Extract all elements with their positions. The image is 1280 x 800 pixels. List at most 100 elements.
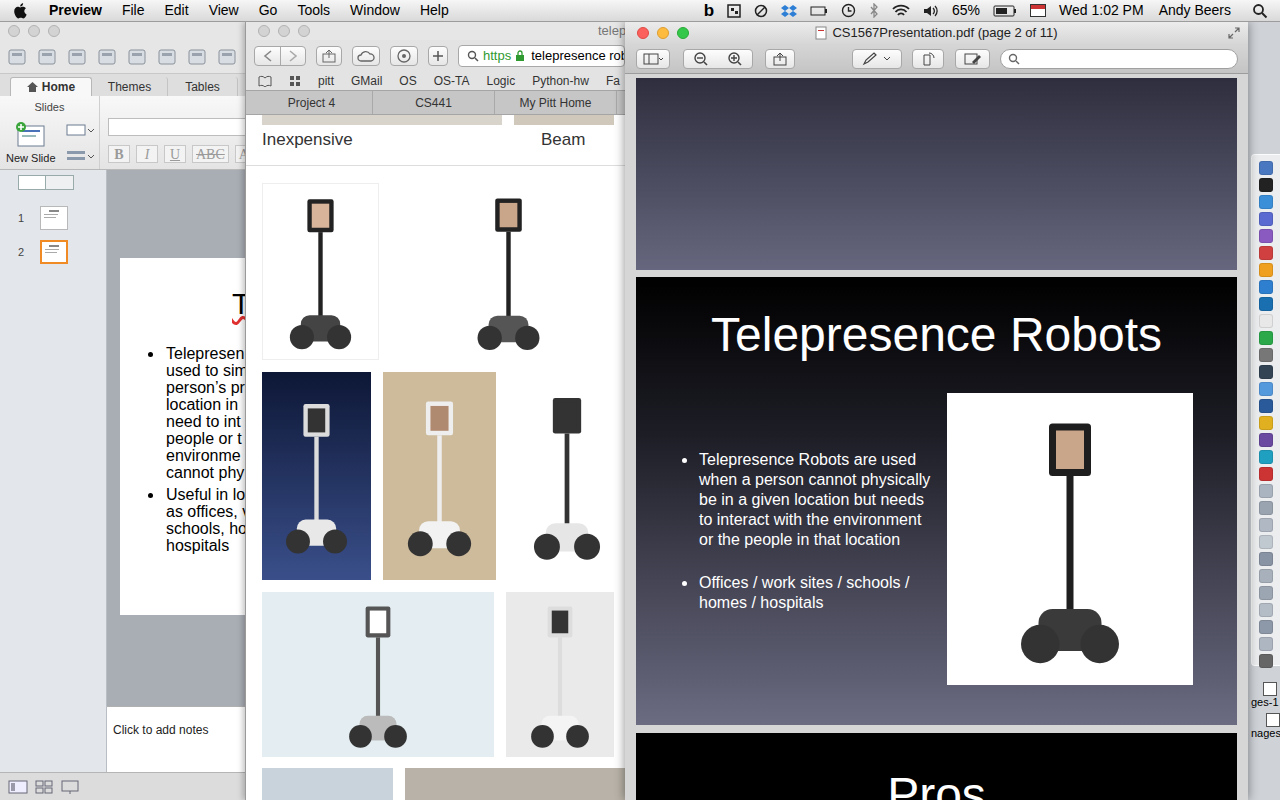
presenter-view-icon[interactable]: [60, 779, 80, 795]
apple-icon[interactable]: [13, 2, 27, 19]
dock-app-icon[interactable]: [1259, 263, 1273, 277]
tab-label[interactable]: Project 4: [288, 94, 335, 112]
menu-item[interactable]: Window: [350, 0, 400, 21]
dock-app-icon[interactable]: [1259, 399, 1273, 413]
file-label[interactable]: ges-1: [1249, 696, 1279, 709]
bookmark[interactable]: OS: [399, 72, 416, 90]
dock-app-icon[interactable]: [1259, 450, 1273, 464]
dropbox-icon[interactable]: [781, 4, 797, 18]
minimize-button[interactable]: [657, 27, 669, 39]
dock-app-icon[interactable]: [1259, 416, 1273, 430]
time-machine-icon[interactable]: [841, 3, 856, 18]
bookmark[interactable]: GMail: [351, 72, 382, 90]
image-result[interactable]: [262, 183, 379, 360]
home-icon[interactable]: [27, 82, 38, 92]
paste-icon[interactable]: [216, 47, 238, 67]
dock-app-icon[interactable]: [1259, 433, 1273, 447]
markup-icon[interactable]: [860, 52, 894, 66]
tab-label[interactable]: CS441: [415, 94, 452, 112]
format-button-label[interactable]: ABC: [196, 144, 225, 165]
dock-app-icon[interactable]: [1259, 195, 1273, 209]
format-button[interactable]: I: [136, 145, 158, 163]
wifi-icon[interactable]: [892, 4, 910, 18]
image-caption[interactable]: Inexpensive: [262, 129, 541, 151]
bookmark[interactable]: Python-hw: [532, 72, 589, 90]
template-icon[interactable]: [36, 47, 58, 67]
layout-icon[interactable]: [66, 123, 94, 137]
bluetooth-icon[interactable]: [869, 3, 879, 18]
dock-app-icon[interactable]: [1259, 603, 1273, 617]
image-result[interactable]: [405, 768, 625, 800]
format-button-label[interactable]: B: [114, 144, 123, 165]
menu-item[interactable]: Help: [420, 0, 449, 21]
dock-app-icon[interactable]: [1259, 467, 1273, 481]
ribbon-tab[interactable]: Home: [10, 77, 92, 96]
zoom-button[interactable]: [48, 25, 60, 37]
forward-icon[interactable]: [281, 49, 305, 63]
normal-view-icon[interactable]: [8, 779, 28, 795]
zoom-out-icon[interactable]: [684, 51, 718, 67]
dock-app-icon[interactable]: [1259, 535, 1273, 549]
slide-thumbnail[interactable]: 1: [0, 206, 106, 230]
dock-app-icon[interactable]: [1259, 365, 1273, 379]
dock-app-icon[interactable]: [1259, 161, 1273, 175]
menu-item[interactable]: Edit: [165, 0, 189, 21]
dock-app-icon[interactable]: [1259, 297, 1273, 311]
ribbon-tab-label[interactable]: Themes: [108, 78, 151, 96]
ribbon-tab[interactable]: Tables: [168, 77, 238, 96]
format-button-label[interactable]: U: [170, 144, 180, 165]
dock-app-icon[interactable]: [1259, 569, 1273, 583]
image-result[interactable]: [383, 372, 496, 580]
copy-icon[interactable]: [186, 47, 208, 67]
dock-app-icon[interactable]: [1259, 501, 1273, 515]
image-result[interactable]: [508, 372, 625, 580]
add-icon[interactable]: [432, 50, 444, 62]
desktop-file[interactable]: nages.: [1249, 713, 1280, 740]
format-button[interactable]: ABC: [192, 145, 229, 163]
bookmark[interactable]: Logic: [486, 72, 515, 90]
desktop-file[interactable]: ges-1: [1249, 682, 1279, 709]
dock-app-icon[interactable]: [1259, 654, 1273, 668]
format-button[interactable]: B: [108, 145, 130, 163]
dock-app-icon[interactable]: [1259, 331, 1273, 345]
file-label[interactable]: nages.: [1249, 727, 1280, 740]
menu-item[interactable]: Go: [259, 0, 278, 21]
dock-app-icon[interactable]: [1259, 382, 1273, 396]
close-button[interactable]: [637, 27, 649, 39]
section-icon[interactable]: [66, 149, 94, 163]
dock-app-icon[interactable]: [1259, 637, 1273, 651]
image-result[interactable]: [506, 592, 614, 757]
share-icon[interactable]: [772, 52, 788, 66]
address-scheme[interactable]: https: [483, 46, 511, 66]
print-icon[interactable]: [126, 47, 148, 67]
new-slide-button[interactable]: New Slide: [6, 121, 56, 167]
image-result[interactable]: [262, 768, 393, 800]
save-icon[interactable]: [96, 47, 118, 67]
slides-view-button[interactable]: [18, 175, 46, 190]
tab-label[interactable]: My Pitt Home: [519, 94, 591, 112]
sorter-view-icon[interactable]: [34, 779, 54, 795]
icloud-icon[interactable]: [357, 50, 375, 62]
zoom-button[interactable]: [677, 27, 689, 39]
bookmark[interactable]: pitt: [318, 72, 334, 90]
dock-app-icon[interactable]: [1259, 314, 1273, 328]
browser-tab[interactable]: Project 4: [251, 91, 373, 114]
bookmarks-icon[interactable]: [258, 75, 272, 87]
slide-thumbnail[interactable]: 2: [0, 240, 106, 264]
dock-app-icon[interactable]: [1259, 586, 1273, 600]
clock[interactable]: Wed 1:02 PM: [1059, 0, 1144, 21]
sidebar-icon[interactable]: [643, 53, 663, 65]
bookmark[interactable]: Fa: [606, 72, 620, 90]
ribbon-tab-label[interactable]: Tables: [185, 78, 220, 96]
outline-view-button[interactable]: [46, 175, 74, 190]
menu-item[interactable]: Tools: [297, 0, 330, 21]
app-menu[interactable]: Preview: [49, 0, 102, 21]
battery-status-icon[interactable]: [810, 5, 828, 17]
new-icon[interactable]: [6, 47, 28, 67]
dock-app-icon[interactable]: [1259, 246, 1273, 260]
image-result[interactable]: [262, 372, 371, 580]
thumbnail-frame[interactable]: [40, 206, 68, 230]
search-field[interactable]: [1000, 49, 1238, 69]
fullscreen-icon[interactable]: [1228, 27, 1240, 39]
dock-app-icon[interactable]: [1259, 518, 1273, 532]
